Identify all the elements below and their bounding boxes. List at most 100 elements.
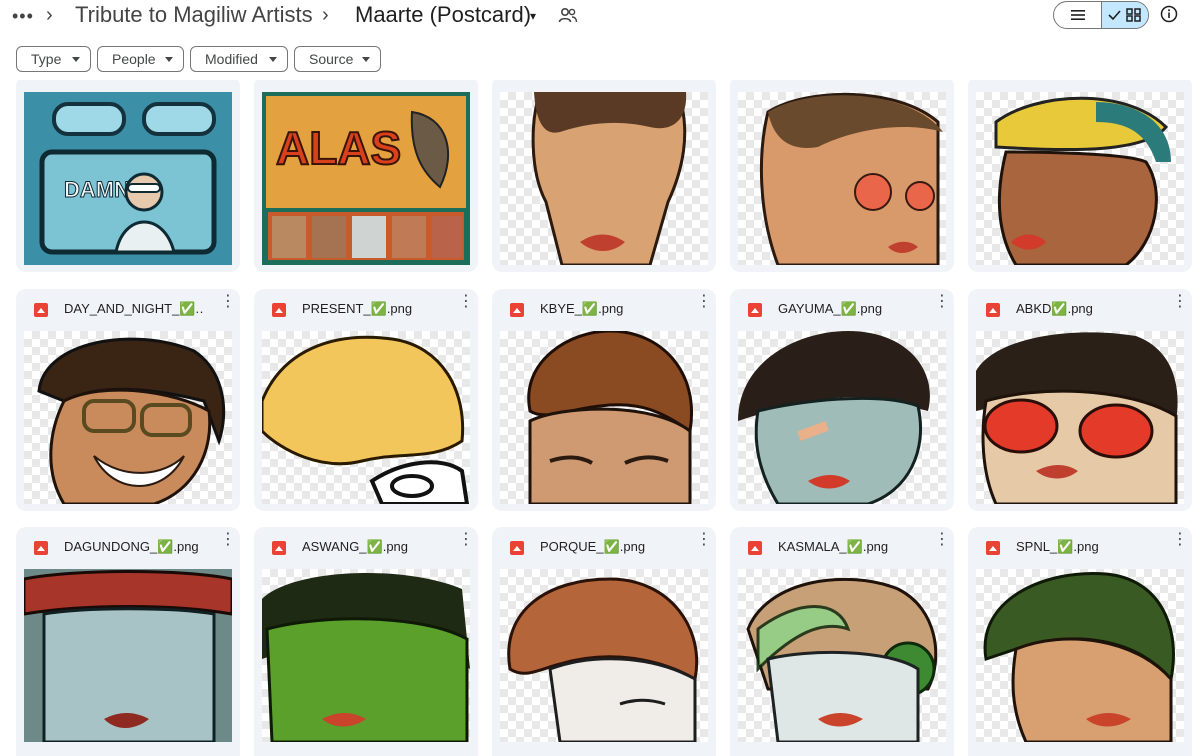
more-actions-icon[interactable]: ⋮ bbox=[696, 294, 712, 310]
file-thumbnail[interactable] bbox=[500, 92, 708, 265]
list-view-button[interactable] bbox=[1054, 2, 1101, 28]
more-actions-icon[interactable]: ⋮ bbox=[220, 294, 236, 310]
file-card[interactable]: DAMN bbox=[16, 80, 240, 272]
poster-illustration: ALAS bbox=[262, 92, 470, 265]
more-actions-icon[interactable]: ⋮ bbox=[458, 294, 474, 310]
svg-text:ALAS: ALAS bbox=[276, 122, 401, 174]
image-file-icon bbox=[272, 541, 286, 555]
grid-view-button[interactable] bbox=[1101, 2, 1148, 28]
file-card-header: DAGUNDONG_✅.png ⋮ bbox=[16, 527, 240, 567]
file-thumbnail[interactable] bbox=[976, 92, 1184, 265]
portrait-illustration bbox=[746, 577, 938, 742]
chevron-down-icon bbox=[72, 57, 80, 62]
chevron-down-icon bbox=[269, 57, 277, 62]
image-file-icon bbox=[986, 541, 1000, 555]
image-file-icon bbox=[510, 303, 524, 317]
file-card[interactable]: GAYUMA_✅.png ⋮ bbox=[730, 289, 954, 511]
file-thumbnail[interactable] bbox=[262, 331, 470, 504]
portrait-illustration bbox=[507, 577, 699, 742]
shared-people-icon[interactable] bbox=[558, 6, 578, 24]
filter-source-chip[interactable]: Source bbox=[294, 46, 381, 72]
file-card[interactable]: ABKD✅.png ⋮ bbox=[968, 289, 1192, 511]
portrait-illustration bbox=[738, 331, 930, 504]
file-name[interactable]: DAGUNDONG_✅.png bbox=[64, 539, 199, 555]
file-name[interactable]: PORQUE_✅.png bbox=[540, 539, 645, 555]
portrait-illustration bbox=[262, 335, 470, 504]
filter-modified-label: Modified bbox=[205, 51, 258, 67]
file-card[interactable] bbox=[968, 80, 1192, 272]
file-name[interactable]: KASMALA_✅.png bbox=[778, 539, 888, 555]
file-thumbnail[interactable] bbox=[262, 569, 470, 742]
chevron-down-icon bbox=[362, 57, 370, 62]
more-actions-icon[interactable]: ⋮ bbox=[934, 294, 950, 310]
more-actions-icon[interactable]: ⋮ bbox=[1172, 532, 1188, 548]
file-name[interactable]: DAY_AND_NIGHT_✅.… bbox=[64, 301, 204, 317]
folder-menu-caret-icon[interactable]: ▾ bbox=[530, 9, 536, 23]
file-card[interactable] bbox=[730, 80, 954, 272]
filter-type-chip[interactable]: Type bbox=[16, 46, 91, 72]
file-card-header: KASMALA_✅.png ⋮ bbox=[730, 527, 954, 567]
file-card-header: ABKD✅.png ⋮ bbox=[968, 289, 1192, 329]
more-actions-icon[interactable]: ⋮ bbox=[220, 532, 236, 548]
file-card[interactable]: SPNL_✅.png ⋮ bbox=[968, 527, 1192, 756]
top-bar: ••• › Tribute to Magiliw Artists › Maart… bbox=[0, 0, 1200, 34]
portrait-illustration bbox=[527, 331, 693, 504]
portrait-illustration bbox=[759, 92, 943, 265]
grid-icon bbox=[1108, 8, 1141, 22]
file-thumbnail[interactable] bbox=[500, 569, 708, 742]
file-name[interactable]: ASWANG_✅.png bbox=[302, 539, 408, 555]
info-icon[interactable] bbox=[1160, 5, 1178, 23]
file-card[interactable]: PRESENT_✅.png ⋮ bbox=[254, 289, 478, 511]
portrait-illustration bbox=[983, 571, 1175, 742]
file-thumbnail[interactable]: ALAS bbox=[262, 92, 470, 265]
file-thumbnail[interactable] bbox=[24, 331, 232, 504]
filter-people-label: People bbox=[112, 51, 156, 67]
file-name[interactable]: KBYE_✅.png bbox=[540, 301, 623, 317]
image-file-icon bbox=[34, 303, 48, 317]
image-file-icon bbox=[34, 541, 48, 555]
more-breadcrumbs-button[interactable]: ••• bbox=[12, 6, 34, 27]
file-name[interactable]: PRESENT_✅.png bbox=[302, 301, 412, 317]
portrait-illustration bbox=[37, 337, 226, 504]
file-thumbnail[interactable] bbox=[738, 569, 946, 742]
file-card-header: PRESENT_✅.png ⋮ bbox=[254, 289, 478, 329]
more-actions-icon[interactable]: ⋮ bbox=[458, 532, 474, 548]
image-file-icon bbox=[510, 541, 524, 555]
file-card[interactable]: ALAS bbox=[254, 80, 478, 272]
file-card-header: GAYUMA_✅.png ⋮ bbox=[730, 289, 954, 329]
file-thumbnail[interactable] bbox=[976, 569, 1184, 742]
image-file-icon bbox=[748, 303, 762, 317]
file-thumbnail[interactable] bbox=[976, 331, 1184, 504]
file-thumbnail[interactable] bbox=[738, 331, 946, 504]
file-card[interactable]: ASWANG_✅.png ⋮ bbox=[254, 527, 478, 756]
file-card[interactable]: PORQUE_✅.png ⋮ bbox=[492, 527, 716, 756]
file-card[interactable]: KBYE_✅.png ⋮ bbox=[492, 289, 716, 511]
file-card[interactable] bbox=[492, 80, 716, 272]
filter-people-chip[interactable]: People bbox=[97, 46, 184, 72]
breadcrumb-current-folder[interactable]: Maarte (Postcard) bbox=[355, 2, 531, 28]
file-card-header: ASWANG_✅.png ⋮ bbox=[254, 527, 478, 567]
breadcrumb-separator: › bbox=[46, 4, 53, 26]
file-thumbnail[interactable] bbox=[500, 331, 708, 504]
file-name[interactable]: SPNL_✅.png bbox=[1016, 539, 1099, 555]
filter-modified-chip[interactable]: Modified bbox=[190, 46, 288, 72]
file-card[interactable]: DAY_AND_NIGHT_✅.… ⋮ bbox=[16, 289, 240, 511]
file-card-header: PORQUE_✅.png ⋮ bbox=[492, 527, 716, 567]
breadcrumb-parent-folder[interactable]: Tribute to Magiliw Artists bbox=[75, 2, 313, 28]
image-file-icon bbox=[748, 541, 762, 555]
file-card[interactable]: DAGUNDONG_✅.png ⋮ bbox=[16, 527, 240, 756]
file-thumbnail[interactable]: DAMN bbox=[24, 92, 232, 265]
filter-type-label: Type bbox=[31, 51, 62, 67]
more-actions-icon[interactable]: ⋮ bbox=[1172, 294, 1188, 310]
more-actions-icon[interactable]: ⋮ bbox=[934, 532, 950, 548]
file-thumbnail[interactable] bbox=[738, 92, 946, 265]
file-name[interactable]: ABKD✅.png bbox=[1016, 301, 1093, 317]
file-name[interactable]: GAYUMA_✅.png bbox=[778, 301, 882, 317]
image-file-icon bbox=[272, 303, 286, 317]
file-card-header: SPNL_✅.png ⋮ bbox=[968, 527, 1192, 567]
more-actions-icon[interactable]: ⋮ bbox=[696, 532, 712, 548]
breadcrumb-separator: › bbox=[322, 4, 329, 26]
file-thumbnail[interactable] bbox=[24, 569, 232, 742]
file-grid: DAMN ALAS DAY_AND_NIGHT_✅.… ⋮ PRESENT_✅.… bbox=[0, 80, 1200, 756]
file-card[interactable]: KASMALA_✅.png ⋮ bbox=[730, 527, 954, 756]
